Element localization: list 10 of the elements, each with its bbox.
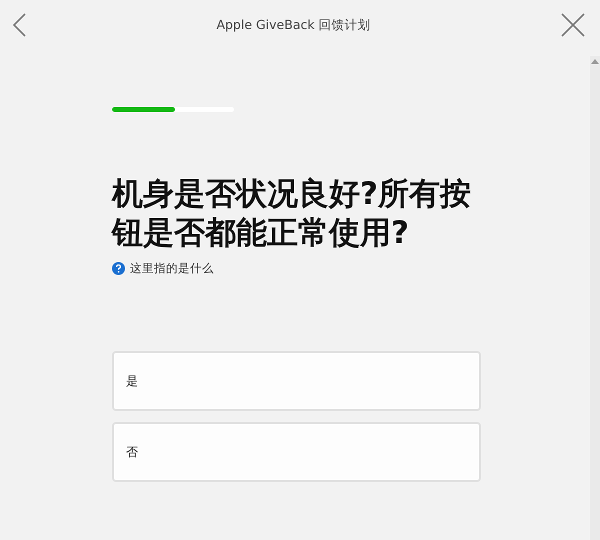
window-title: Apple GiveBack 回馈计划 xyxy=(215,16,372,34)
help-icon[interactable] xyxy=(112,262,125,275)
close-icon[interactable] xyxy=(561,13,585,37)
back-chevron-icon[interactable] xyxy=(12,13,26,37)
help-link[interactable]: 这里指的是什么 xyxy=(130,261,214,276)
answer-option[interactable]: 否 xyxy=(112,422,481,482)
scroll-up-arrow-icon[interactable] xyxy=(591,59,599,64)
answer-option[interactable]: 是 xyxy=(112,351,481,411)
scrollbar[interactable] xyxy=(590,56,600,540)
question-heading: 机身是否状况良好?所有按钮是否都能正常使用? xyxy=(112,175,472,253)
